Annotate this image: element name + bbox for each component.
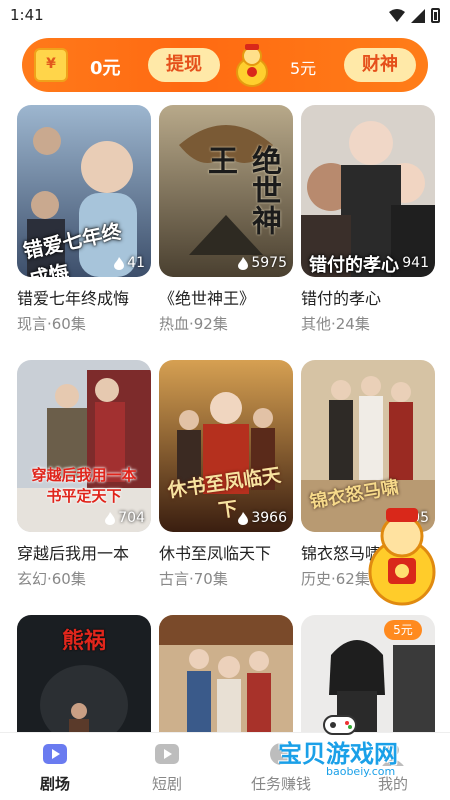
play-count-value: 3966 <box>251 510 287 526</box>
drama-meta: 其他·24集 <box>301 315 370 333</box>
nav-short-drama[interactable]: 短剧 <box>122 741 212 794</box>
play-count: 3966 <box>238 510 287 526</box>
flame-icon <box>238 511 249 525</box>
status-time: 1:41 <box>10 6 44 24</box>
withdraw-button[interactable]: 提现 <box>148 48 220 82</box>
poster-image <box>17 360 151 532</box>
poster-image <box>159 615 293 732</box>
drama-title[interactable]: 错付的孝心 <box>301 285 441 309</box>
flame-icon <box>114 256 125 270</box>
play-count: 704 <box>105 510 145 526</box>
nav-theater[interactable]: 剧场 <box>10 741 100 794</box>
balance-amount: 0元 <box>90 58 121 79</box>
status-icons <box>389 8 440 23</box>
watermark-url: baobeiy.com <box>326 765 396 778</box>
poster-title: 穿越后我用一本书平定天下 <box>31 466 137 505</box>
battery-icon <box>431 8 440 23</box>
drama-title[interactable]: 《绝世神王》 <box>159 285 299 309</box>
fortune-god-icon[interactable] <box>234 42 270 88</box>
theater-icon <box>43 744 67 764</box>
flame-icon <box>105 511 116 525</box>
fortune-god-amount: 5元 <box>290 59 317 78</box>
video-icon <box>155 744 179 764</box>
drama-poster[interactable]: 绝世神王 5975 <box>159 105 293 277</box>
drama-poster[interactable]: 穿越后我用一本书平定天下 704 <box>17 360 151 532</box>
reward-banner[interactable]: 0元 提现 5元 财神 <box>22 38 428 92</box>
drama-poster[interactable]: 错付的孝心 941 <box>301 105 435 277</box>
drama-meta: 古言·70集 <box>159 570 228 588</box>
poster-title: 熊祸 <box>61 629 106 654</box>
flame-icon <box>238 256 249 270</box>
drama-poster[interactable]: 错爱七年终成悔 41 <box>17 105 151 277</box>
drama-poster[interactable]: 休书至凤临天下 3966 <box>159 360 293 532</box>
drama-title[interactable]: 穿越后我用一本 <box>17 540 157 564</box>
drama-title[interactable]: 错爱七年终成悔 <box>17 285 157 309</box>
nav-label: 剧场 <box>39 775 70 793</box>
play-count: 5975 <box>238 255 287 271</box>
signal-icon <box>411 8 425 23</box>
drama-title[interactable]: 休书至凤临天下 <box>159 540 299 564</box>
reward-badge: 5元 <box>384 620 422 640</box>
play-count-value: 5975 <box>251 255 287 271</box>
drama-meta: 热血·92集 <box>159 315 228 333</box>
play-count: 41 <box>114 255 145 271</box>
nav-label: 短剧 <box>151 775 182 793</box>
drama-poster[interactable]: 熊祸 <box>17 615 151 732</box>
wifi-icon <box>389 8 405 22</box>
caishen-button[interactable]: 财神 <box>344 48 416 82</box>
status-bar: 1:41 <box>0 0 450 32</box>
drama-meta: 历史·62集 <box>301 570 370 588</box>
drama-poster[interactable] <box>159 615 293 732</box>
play-count-value: 41 <box>127 255 145 271</box>
play-count-value: 941 <box>402 255 429 271</box>
drama-meta: 现言·60集 <box>17 315 86 333</box>
play-count-value: 704 <box>118 510 145 526</box>
wallet-icon <box>34 48 68 82</box>
fortune-god-float-icon[interactable] <box>362 500 442 610</box>
play-count: 941 <box>402 255 429 271</box>
watermark-text: 宝贝游戏网 <box>278 740 398 768</box>
poster-title: 绝世神王 <box>202 145 281 235</box>
watermark: 宝贝游戏网 baobeiy.com <box>268 732 448 780</box>
drama-meta: 玄幻·60集 <box>17 570 86 588</box>
